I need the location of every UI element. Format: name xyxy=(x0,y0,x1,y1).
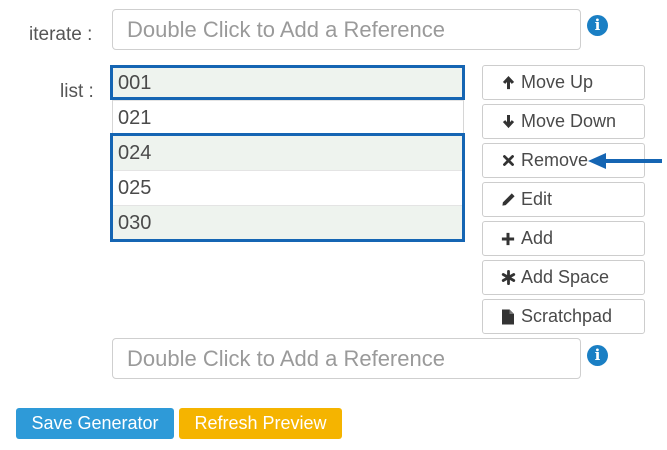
edit-label: Edit xyxy=(521,189,553,209)
pointer-arrow-icon xyxy=(588,153,662,169)
reference-list[interactable]: 001 021 024 025 030 xyxy=(112,65,464,241)
info-icon[interactable]: i xyxy=(587,15,608,36)
move-up-button[interactable]: Move Up xyxy=(482,65,645,100)
list-item[interactable]: 024 xyxy=(113,136,463,171)
add-label: Add xyxy=(521,228,554,248)
plus-icon xyxy=(499,230,517,248)
scratchpad-button[interactable]: Scratchpad xyxy=(482,299,645,334)
move-down-label: Move Down xyxy=(521,111,617,131)
info-icon[interactable]: i xyxy=(587,345,608,366)
remove-label: Remove xyxy=(521,150,589,170)
edit-button[interactable]: Edit xyxy=(482,182,645,217)
list-item[interactable]: 030 xyxy=(113,206,463,241)
arrow-down-icon xyxy=(499,113,517,131)
list-item[interactable]: 001 xyxy=(113,66,463,101)
pencil-icon xyxy=(499,191,517,209)
add-button[interactable]: Add xyxy=(482,221,645,256)
move-down-button[interactable]: Move Down xyxy=(482,104,645,139)
list-item[interactable]: 025 xyxy=(113,171,463,206)
add-space-button[interactable]: Add Space xyxy=(482,260,645,295)
move-up-label: Move Up xyxy=(521,72,594,92)
arrow-up-icon xyxy=(499,74,517,92)
bottom-reference-input[interactable]: Double Click to Add a Reference xyxy=(112,338,581,379)
save-generator-button[interactable]: Save Generator xyxy=(16,408,174,439)
list-label: list : xyxy=(60,81,94,102)
times-icon xyxy=(499,152,517,170)
file-icon xyxy=(499,308,517,326)
list-item[interactable]: 021 xyxy=(113,101,463,136)
asterisk-icon xyxy=(499,269,517,287)
iterate-reference-input[interactable]: Double Click to Add a Reference xyxy=(112,9,581,50)
scratchpad-label: Scratchpad xyxy=(521,306,613,326)
add-space-label: Add Space xyxy=(521,267,610,287)
iterate-label: iterate : xyxy=(29,24,93,45)
refresh-preview-button[interactable]: Refresh Preview xyxy=(179,408,342,439)
